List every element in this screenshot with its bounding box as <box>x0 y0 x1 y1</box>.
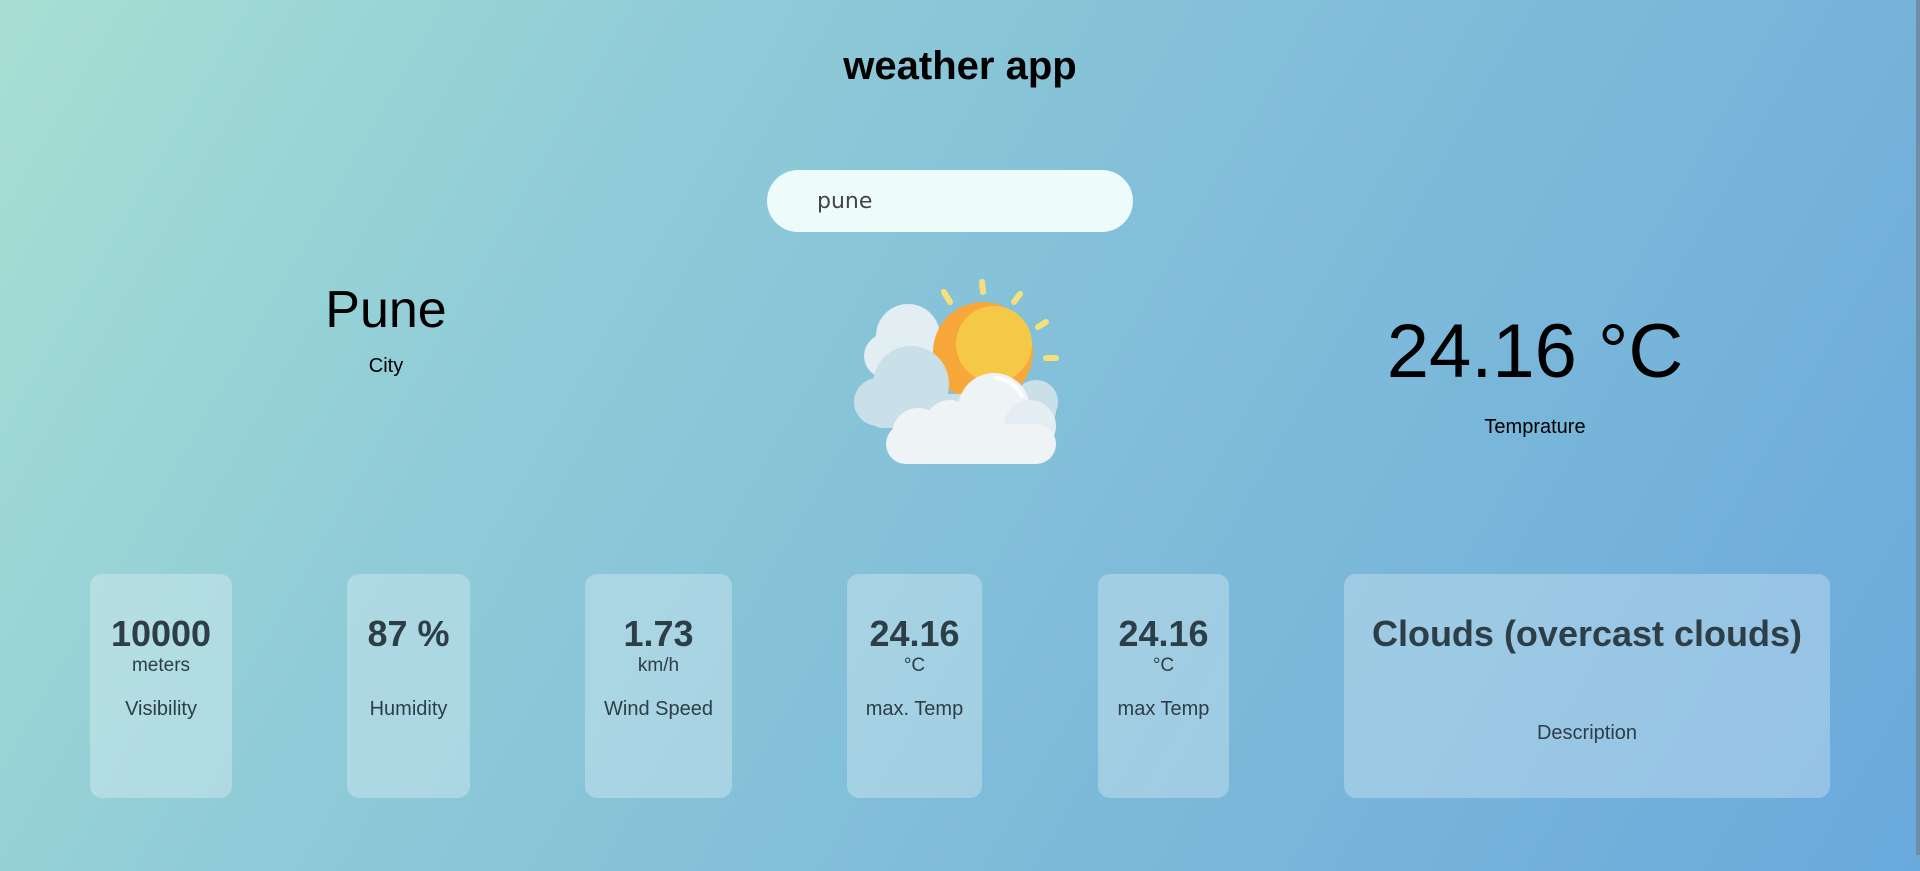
city-name: Pune <box>325 281 447 339</box>
scrollbar[interactable] <box>1916 0 1920 855</box>
visibility-label: Visibility <box>125 698 197 720</box>
description-card: Clouds (overcast clouds) Description <box>1344 574 1830 798</box>
search-box[interactable] <box>767 170 1133 232</box>
max-temp-label-2: max Temp <box>1117 698 1210 720</box>
max-temp-value: 24.16 <box>869 613 960 654</box>
max-temp-label: max. Temp <box>865 698 964 720</box>
temperature-value: 24.16 °C <box>1386 309 1684 394</box>
visibility-card: 10000 meters Visibility <box>90 574 232 798</box>
humidity-card: 87 % Humidity <box>347 574 470 798</box>
max-temp-unit-2: °C <box>1152 655 1175 676</box>
city-caption: City <box>368 355 404 377</box>
max-temp-card: 24.16 °C max. Temp <box>847 574 982 798</box>
wind-speed-value: 1.73 <box>623 613 694 654</box>
visibility-unit: meters <box>131 655 191 676</box>
humidity-value: 87 % <box>367 613 450 654</box>
description-label: Description <box>1536 722 1638 744</box>
max-temp-unit: °C <box>903 655 926 676</box>
search-input[interactable] <box>817 170 1107 232</box>
wind-speed-label: Wind Speed <box>604 698 713 720</box>
humidity-unit <box>347 654 470 678</box>
wind-speed-unit: km/h <box>637 655 680 676</box>
sun-behind-clouds-icon <box>846 274 1076 474</box>
temperature-block: 24.16 °C Temprature <box>1330 312 1740 439</box>
visibility-value: 10000 <box>110 613 212 654</box>
description-value: Clouds (overcast clouds) <box>1371 613 1803 654</box>
city-block: Pune City <box>286 280 486 378</box>
max-temp-value-2: 24.16 <box>1118 613 1209 654</box>
max-temp-card-2: 24.16 °C max Temp <box>1098 574 1229 798</box>
temperature-caption: Temprature <box>1484 416 1586 438</box>
description-unit <box>1344 654 1830 678</box>
humidity-label: Humidity <box>369 698 448 720</box>
app-title: weather app <box>843 44 1077 88</box>
wind-speed-card: 1.73 km/h Wind Speed <box>585 574 732 798</box>
